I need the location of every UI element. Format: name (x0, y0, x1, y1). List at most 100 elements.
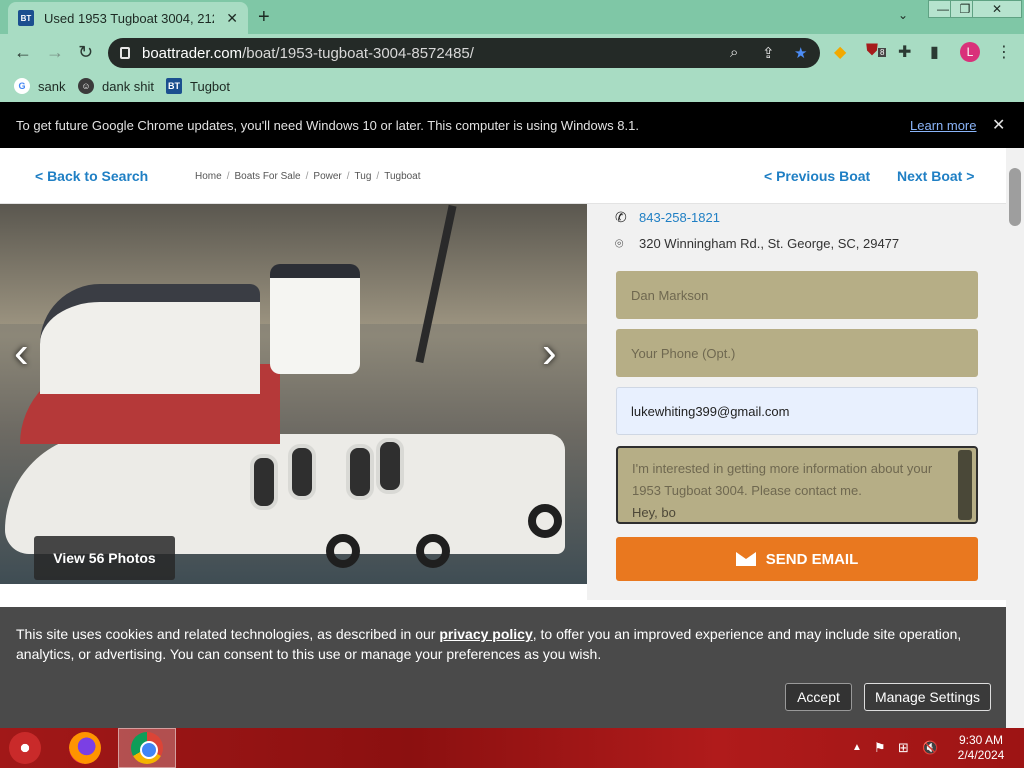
update-infobar: To get future Google Chrome updates, you… (0, 102, 1024, 148)
bookmark-label: Tugbot (190, 78, 230, 94)
porthole (376, 438, 404, 494)
breadcrumb-home[interactable]: Home (195, 171, 222, 182)
view-photos-button[interactable]: View 56 Photos (34, 536, 175, 580)
cookie-text: This site uses cookies and related techn… (16, 626, 962, 662)
tugboat-deckhouse (40, 284, 260, 394)
seller-address-row: ⌾ 320 Winningham Rd., St. George, SC, 29… (615, 235, 899, 252)
bookmark-star-icon[interactable]: ★ (794, 44, 807, 62)
bookmark-dank-shit[interactable]: ☺ dank shit (78, 78, 154, 94)
contact-seller-panel: ✆ 843-258-1821 ⌾ 320 Winningham Rd., St.… (587, 204, 1006, 600)
privacy-policy-link[interactable]: privacy policy (439, 626, 532, 642)
new-tab-button[interactable]: + (258, 6, 270, 29)
phone-field[interactable]: Your Phone (Opt.) (616, 329, 978, 377)
seller-phone-row: ✆ 843-258-1821 (615, 209, 720, 226)
share-icon[interactable]: ⇪ (762, 44, 775, 62)
breadcrumb-tug[interactable]: Tug (355, 171, 372, 182)
tab-close-icon[interactable]: ✕ (226, 10, 238, 27)
bookmark-sank[interactable]: G sank (14, 78, 65, 94)
next-boat-link[interactable]: Next Boat > (897, 168, 974, 184)
infobar-close-icon[interactable]: ✕ (992, 115, 1005, 135)
breadcrumb-separator: / (305, 171, 309, 182)
tray-overflow-icon[interactable]: ▲ (852, 742, 862, 753)
bt-icon: BT (166, 78, 182, 94)
clock-time: 9:30 AM (958, 733, 1004, 747)
lock-icon[interactable] (120, 47, 130, 59)
action-center-flag-icon[interactable]: ⚑ (874, 740, 886, 756)
bookmarks-bar: G sank ☺ dank shit BT Tugbot (0, 72, 1024, 102)
bookmark-tugbot[interactable]: BT Tugbot (166, 78, 230, 94)
breadcrumb: Home / Boats For Sale / Power / Tug / Tu… (195, 171, 421, 182)
tab-title: Used 1953 Tugboat 3004, 21226 (44, 10, 214, 26)
tugboat-stack (270, 264, 360, 374)
message-prefill: I'm interested in getting more informati… (632, 461, 933, 498)
listing-nav: < Back to Search Home / Boats For Sale /… (0, 148, 1006, 204)
extension-badge: 8 (878, 48, 887, 57)
accept-cookies-button[interactable]: Accept (785, 683, 852, 711)
address-bar[interactable]: boattrader.com/boat/1953-tugboat-3004-85… (108, 38, 820, 68)
boattrader-favicon-icon: BT (18, 10, 34, 26)
bookmark-label: dank shit (102, 78, 155, 94)
gallery-prev-arrow-icon[interactable]: ‹ (14, 328, 29, 378)
page-scroll-thumb[interactable] (1009, 168, 1021, 226)
profile-avatar[interactable]: L (960, 42, 980, 62)
learn-more-link[interactable]: Learn more (910, 118, 976, 133)
network-icon[interactable]: ⊞ (898, 740, 909, 756)
tab-search-dropdown-icon[interactable]: ⌄ (898, 8, 908, 22)
fender-tire (528, 504, 562, 538)
extensions-puzzle-icon[interactable]: ✚ (898, 42, 911, 62)
url-text[interactable]: boattrader.com/boat/1953-tugboat-3004-85… (142, 45, 474, 62)
windows-taskbar: ▲ ⚑ ⊞ 🔇 9:30 AM 2/4/2024 (0, 728, 1024, 768)
back-to-search-link[interactable]: < Back to Search (35, 168, 148, 184)
previous-boat-link[interactable]: < Previous Boat (764, 168, 870, 184)
close-window-button[interactable]: ✕ (972, 0, 1022, 18)
manage-settings-button[interactable]: Manage Settings (864, 683, 991, 711)
breadcrumb-boats-for-sale[interactable]: Boats For Sale (234, 171, 300, 182)
system-clock[interactable]: 9:30 AM 2/4/2024 (955, 733, 1007, 763)
clock-date: 2/4/2024 (957, 748, 1005, 762)
ublock-icon[interactable]: ⛊ 8 (866, 42, 887, 60)
firefox-icon[interactable] (69, 732, 101, 764)
volume-muted-icon[interactable]: 🔇 (922, 740, 938, 756)
forward-arrow-icon[interactable]: → (46, 42, 64, 63)
page-scrollbar[interactable] (1006, 148, 1024, 728)
fender-tire (416, 534, 450, 568)
email-field[interactable]: lukewhiting399@gmail.com (616, 387, 978, 435)
cookie-banner: This site uses cookies and related techn… (0, 607, 1006, 728)
reload-icon[interactable]: ↻ (78, 42, 93, 63)
seller-phone-link[interactable]: 843-258-1821 (639, 210, 720, 225)
message-textarea[interactable]: I'm interested in getting more informati… (616, 446, 978, 524)
breadcrumb-tugboat[interactable]: Tugboat (384, 171, 420, 182)
textarea-scrollbar[interactable] (958, 450, 972, 520)
breadcrumb-separator: / (226, 171, 230, 182)
search-icon[interactable]: ⌕ (730, 44, 738, 61)
fender-tire (326, 534, 360, 568)
browser-tab[interactable]: BT Used 1953 Tugboat 3004, 21226 ✕ (8, 2, 248, 34)
send-email-button[interactable]: SEND EMAIL (616, 537, 978, 581)
breadcrumb-separator: / (376, 171, 380, 182)
face-icon: ☺ (78, 78, 94, 94)
back-arrow-icon[interactable]: ← (14, 42, 32, 63)
bookmark-label: sank (38, 78, 66, 94)
envelope-icon (735, 552, 756, 566)
gallery-next-arrow-icon[interactable]: › (542, 328, 557, 378)
update-message: To get future Google Chrome updates, you… (16, 118, 639, 133)
browser-toolbar: ← → ↻ boattrader.com/boat/1953-tugboat-3… (0, 34, 1024, 72)
porthole (288, 444, 316, 500)
menu-kebab-icon[interactable]: ⋮ (996, 42, 1012, 62)
location-pin-icon: ⌾ (615, 235, 624, 251)
name-field[interactable]: Dan Markson (616, 271, 978, 319)
tab-strip: BT Used 1953 Tugboat 3004, 21226 ✕ + ⌄ —… (0, 0, 1024, 34)
google-icon: G (14, 78, 30, 94)
chrome-icon[interactable] (131, 732, 163, 764)
extension-icon[interactable]: ◆ (834, 42, 846, 62)
boat-photo[interactable]: ‹ › (0, 204, 587, 584)
side-panel-icon[interactable]: ▮ (930, 42, 939, 62)
message-typed-text: Hey, bo (632, 505, 676, 520)
porthole (346, 444, 374, 500)
breadcrumb-separator: / (346, 171, 350, 182)
send-email-label: SEND EMAIL (765, 550, 859, 568)
porthole (250, 454, 278, 510)
start-button-icon[interactable] (9, 732, 41, 764)
phone-icon: ✆ (615, 209, 627, 225)
breadcrumb-power[interactable]: Power (313, 171, 341, 182)
